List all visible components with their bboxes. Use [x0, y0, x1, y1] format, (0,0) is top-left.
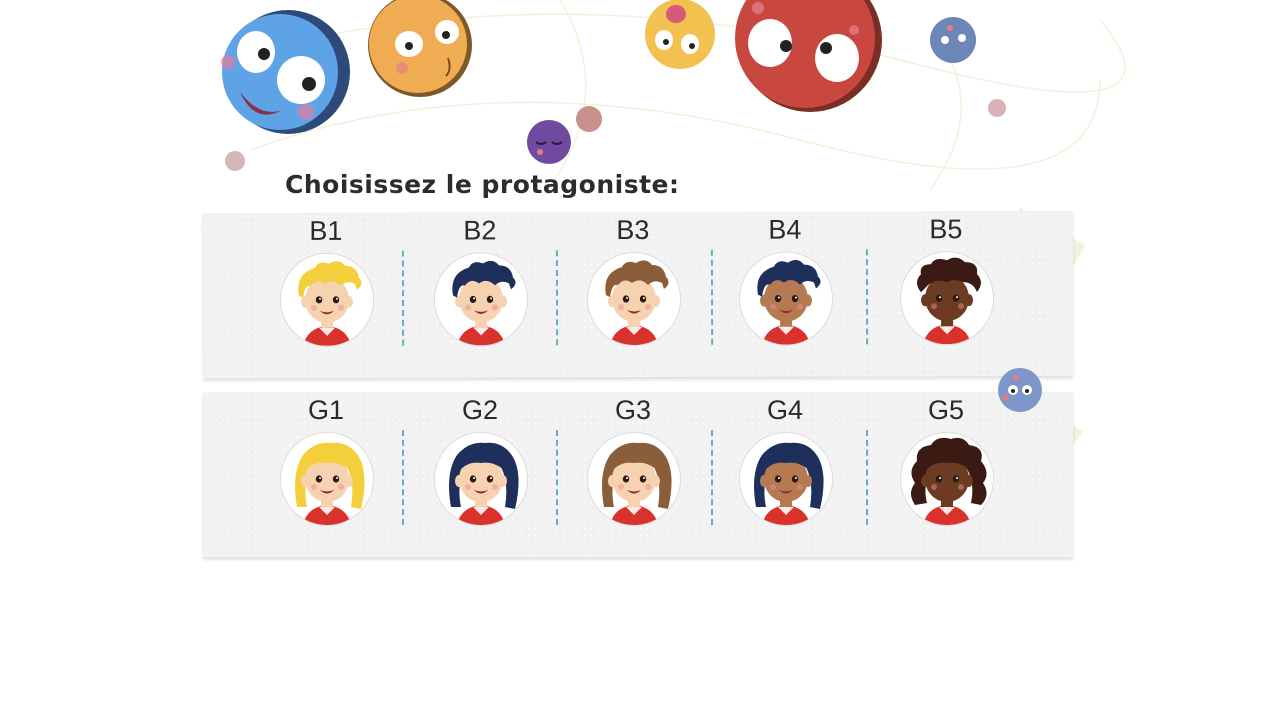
- character-avatar[interactable]: [279, 252, 375, 347]
- character-option-g2[interactable]: G2: [420, 392, 540, 557]
- small-moon: [988, 99, 1006, 117]
- character-label: G2: [461, 395, 499, 425]
- character-option-g5[interactable]: G5: [886, 392, 1006, 557]
- character-option-b4[interactable]: B4: [725, 211, 845, 376]
- character-portrait: [916, 257, 981, 345]
- small-blue-planet-character: [998, 368, 1042, 412]
- dashed-separator: [710, 249, 714, 345]
- character-portrait: [449, 442, 519, 525]
- character-portrait: [602, 442, 672, 525]
- character-label: B5: [929, 214, 963, 245]
- character-option-b5[interactable]: B5: [886, 211, 1006, 376]
- dashed-separator: [866, 430, 868, 525]
- character-portrait: [757, 260, 821, 345]
- character-portrait: [605, 260, 669, 346]
- small-blue-planet-character: [930, 17, 976, 63]
- character-label: G1: [307, 395, 345, 425]
- blue-planet-character: [221, 10, 350, 134]
- character-portrait: [754, 442, 824, 525]
- character-avatar[interactable]: [739, 432, 833, 526]
- dashed-separator: [401, 250, 405, 346]
- character-option-b1[interactable]: B1: [266, 213, 386, 378]
- red-planet-character: [735, 0, 882, 112]
- small-moon: [576, 106, 602, 132]
- purple-planet-character: [527, 120, 571, 164]
- character-option-g1[interactable]: G1: [266, 392, 386, 557]
- dashed-separator: [555, 250, 559, 346]
- character-option-b3[interactable]: B3: [573, 212, 693, 377]
- boys-character-strip: B1 B2 B3 B4 B5: [202, 210, 1074, 379]
- character-label: B2: [463, 215, 497, 246]
- character-option-g3[interactable]: G3: [573, 392, 693, 557]
- character-avatar[interactable]: [587, 432, 681, 526]
- character-label: G5: [927, 395, 965, 425]
- character-portrait: [452, 260, 516, 346]
- page-title: Choisissez le protagoniste:: [285, 170, 680, 199]
- character-portrait: [911, 437, 987, 525]
- character-avatar[interactable]: [280, 432, 374, 526]
- orange-planet-character: [368, 0, 472, 97]
- character-avatar[interactable]: [434, 432, 528, 526]
- character-avatar[interactable]: [900, 432, 994, 526]
- character-avatar[interactable]: [586, 251, 682, 347]
- character-label: G3: [614, 395, 652, 425]
- yellow-planet-character: [645, 0, 715, 69]
- dashed-separator: [556, 430, 558, 525]
- character-avatar[interactable]: [738, 251, 834, 346]
- character-label: B4: [768, 214, 802, 245]
- character-option-g4[interactable]: G4: [725, 392, 845, 557]
- girls-character-strip: G1 G2 G3 G4 G5: [203, 392, 1073, 557]
- character-option-b2[interactable]: B2: [420, 212, 540, 377]
- character-avatar[interactable]: [899, 251, 995, 346]
- character-portrait: [295, 442, 365, 525]
- character-avatar[interactable]: [433, 252, 529, 347]
- character-label: B1: [309, 215, 343, 246]
- character-portrait: [298, 261, 362, 346]
- dashed-separator: [711, 430, 713, 525]
- character-label: B3: [616, 214, 650, 246]
- character-label: G4: [766, 395, 804, 425]
- small-moon: [225, 151, 245, 171]
- dashed-separator: [402, 430, 404, 525]
- dashed-separator: [865, 249, 869, 345]
